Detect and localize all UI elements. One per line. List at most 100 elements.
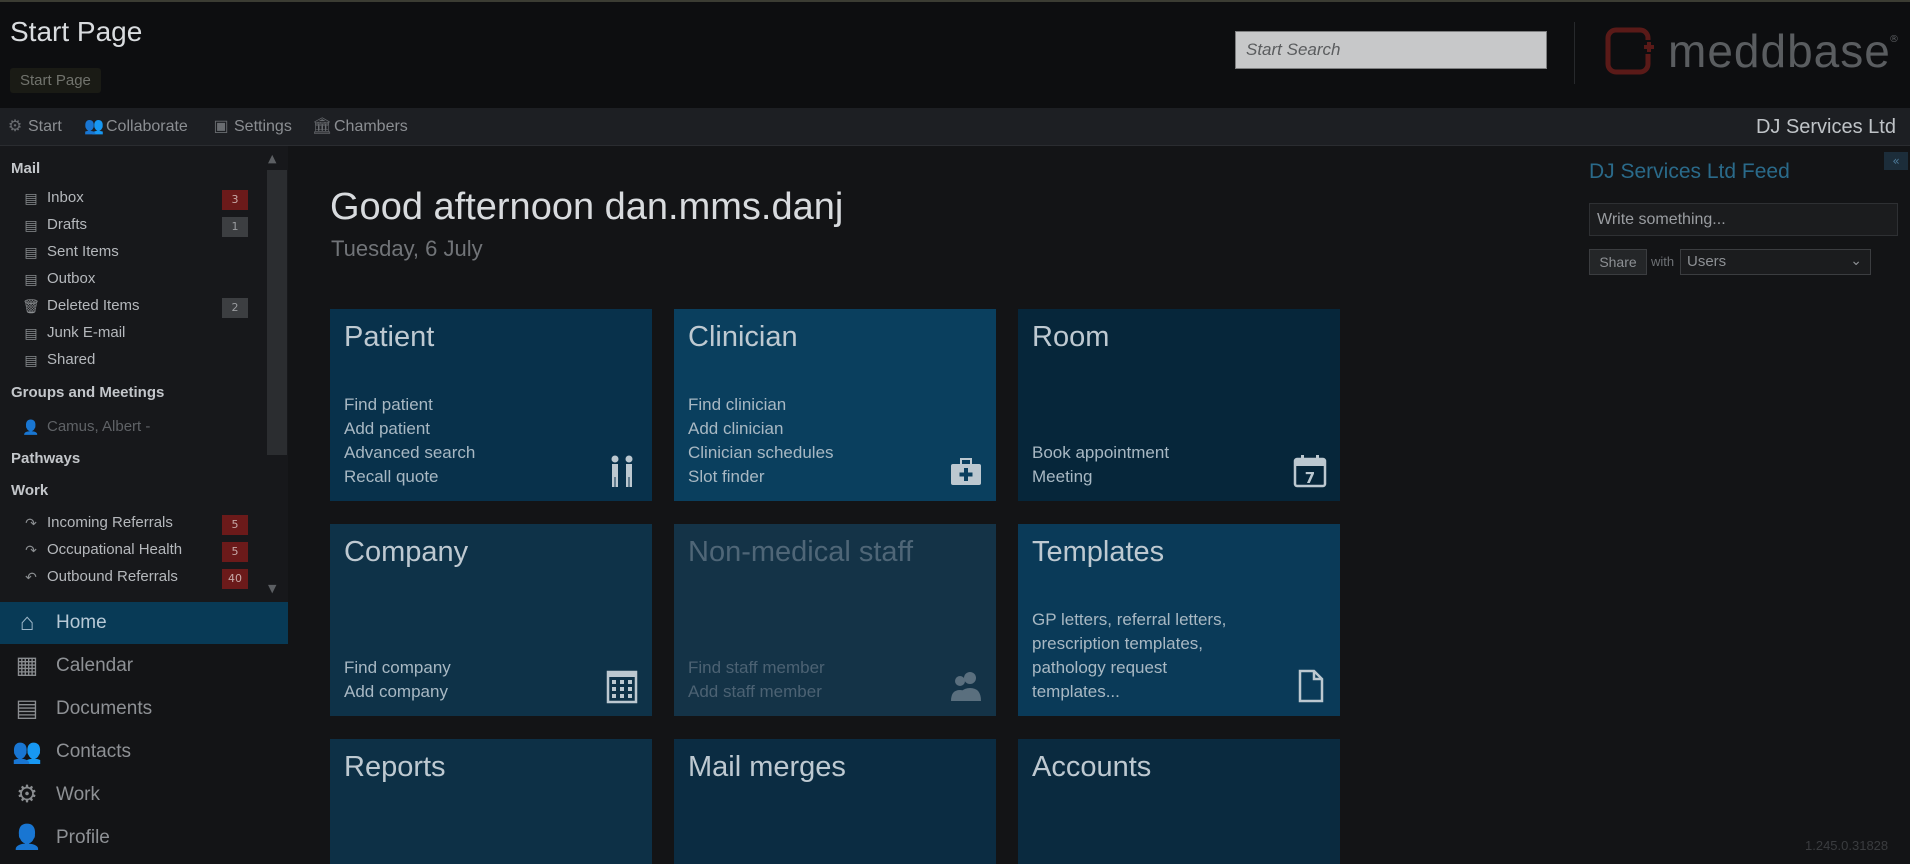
tile-links: Find company Add company — [344, 656, 451, 704]
sidebar: ▲ ▼ Mail ▤ Inbox 3 ▤ Drafts 1 ▤ Sent Ite… — [0, 146, 288, 602]
bottomnav-home[interactable]: ⌂ Home — [0, 602, 288, 644]
sidebar-scrollbar-thumb[interactable] — [267, 170, 287, 455]
tile-reports[interactable]: Reports — [330, 739, 652, 864]
tile-non-medical-staff[interactable]: Non-medical staff Find staff member Add … — [674, 524, 996, 716]
link-add-staff-member[interactable]: Add staff member — [688, 680, 825, 704]
meddbase-logo-icon — [1605, 27, 1654, 75]
tile-patient[interactable]: Patient Find patient Add patient Advance… — [330, 309, 652, 501]
drafts-icon: ▤ — [24, 216, 38, 233]
building-icon: 🏛 — [312, 118, 333, 135]
profile-icon: 👤 — [12, 824, 42, 851]
chevron-down-icon: ⌄ — [1850, 252, 1862, 268]
link-advanced-search[interactable]: Advanced search — [344, 441, 475, 465]
nav-chambers-label: Chambers — [334, 118, 408, 135]
arrow-forward-icon: ↷ — [25, 541, 37, 558]
tile-title: Clinician — [688, 321, 798, 353]
tile-accounts[interactable]: Accounts — [1018, 739, 1340, 864]
app-header: Start Page Start Page Start Search meddb… — [0, 0, 1910, 108]
nav-start[interactable]: ⚙ Start — [6, 118, 62, 136]
occupational-health-badge: 5 — [222, 542, 248, 562]
sidebar-item-label: Junk E-mail — [47, 324, 126, 341]
bottomnav-contacts[interactable]: 👥 Contacts — [0, 731, 288, 773]
greeting-heading: Good afternoon dan.mms.danj — [330, 186, 844, 228]
drafts-count-badge: 1 — [222, 217, 248, 237]
link-slot-finder[interactable]: Slot finder — [688, 465, 834, 489]
tile-clinician[interactable]: Clinician Find clinician Add clinician C… — [674, 309, 996, 501]
version-label: 1.245.0.31828 — [1805, 838, 1889, 853]
gear-icon: ⚙ — [16, 781, 38, 808]
link-recall-quote[interactable]: Recall quote — [344, 465, 475, 489]
breadcrumb-start-page[interactable]: Start Page — [10, 68, 101, 93]
work-header: Work — [11, 482, 49, 499]
collapse-panel-button[interactable]: « — [1884, 152, 1908, 170]
sidebar-item-incoming-referrals[interactable]: ↷ Incoming Referrals — [22, 514, 173, 531]
inbox-count-badge: 3 — [222, 190, 248, 210]
sent-icon: ▤ — [24, 243, 38, 260]
scroll-down-icon[interactable]: ▼ — [268, 582, 276, 595]
link-clinician-schedules[interactable]: Clinician schedules — [688, 441, 834, 465]
tile-links: Find staff member Add staff member — [688, 656, 825, 704]
link-find-company[interactable]: Find company — [344, 656, 451, 680]
tile-links: Find clinician Add clinician Clinician s… — [688, 393, 834, 489]
tile-title: Reports — [344, 751, 446, 783]
sidebar-item-inbox[interactable]: ▤ Inbox — [22, 189, 83, 206]
scroll-up-icon[interactable]: ▲ — [268, 152, 276, 165]
tile-title: Mail merges — [688, 751, 846, 783]
share-button[interactable]: Share — [1589, 249, 1647, 275]
sidebar-item-camus-albert[interactable]: 👤 Camus, Albert - — [22, 418, 150, 435]
outbox-icon: ▤ — [24, 270, 38, 287]
sidebar-item-label: Shared — [47, 351, 96, 368]
nav-chambers[interactable]: 🏛 Chambers — [312, 118, 408, 136]
tile-title: Accounts — [1032, 751, 1152, 783]
page-title: Start Page — [10, 16, 143, 47]
start-search-input[interactable]: Start Search — [1235, 31, 1547, 69]
sidebar-item-outbound-referrals[interactable]: ↶ Outbound Referrals — [22, 568, 178, 585]
feed-title: DJ Services Ltd Feed — [1589, 160, 1790, 183]
nav-start-label: Start — [28, 118, 62, 135]
tile-company[interactable]: Company Find company Add company — [330, 524, 652, 716]
top-navbar: ⚙ Start 👥 Collaborate ▣ Settings 🏛 Chamb… — [0, 108, 1910, 146]
sidebar-item-drafts[interactable]: ▤ Drafts — [22, 216, 87, 233]
link-add-clinician[interactable]: Add clinician — [688, 417, 834, 441]
bottomnav-profile[interactable]: 👤 Profile — [0, 817, 288, 859]
tile-room[interactable]: Room Book appointment Meeting 7 — [1018, 309, 1340, 501]
sidebar-item-occupational-health[interactable]: ↷ Occupational Health — [22, 541, 182, 558]
sidebar-item-shared[interactable]: ▤ Shared — [22, 351, 95, 368]
link-meeting[interactable]: Meeting — [1032, 465, 1169, 489]
patients-icon — [604, 453, 640, 489]
nav-collaborate[interactable]: 👥 Collaborate — [84, 118, 188, 136]
feed-post-input[interactable]: Write something... — [1589, 203, 1898, 236]
bottomnav-label: Work — [56, 784, 100, 805]
nav-settings[interactable]: ▣ Settings — [212, 118, 291, 136]
templates-desc-line[interactable]: templates... — [1032, 680, 1226, 704]
tile-mail-merges[interactable]: Mail merges — [674, 739, 996, 864]
sidebar-item-outbox[interactable]: ▤ Outbox — [22, 270, 95, 287]
bottomnav-documents[interactable]: ▤ Documents — [0, 688, 288, 730]
link-book-appointment[interactable]: Book appointment — [1032, 441, 1169, 465]
audience-select[interactable]: Users ⌄ — [1680, 249, 1871, 275]
bottomnav-work[interactable]: ⚙ Work — [0, 774, 288, 816]
mail-header: Mail — [11, 160, 41, 177]
link-find-patient[interactable]: Find patient — [344, 393, 475, 417]
link-find-clinician[interactable]: Find clinician — [688, 393, 834, 417]
bottomnav-calendar[interactable]: ▦ Calendar — [0, 645, 288, 687]
documents-icon: ▤ — [15, 695, 39, 722]
medical-bag-icon — [948, 453, 984, 489]
templates-desc-line[interactable]: prescription templates, — [1032, 632, 1226, 656]
inbox-icon: ▤ — [24, 189, 38, 206]
sidebar-item-sent-items[interactable]: ▤ Sent Items — [22, 243, 118, 260]
incoming-referrals-badge: 5 — [222, 515, 248, 535]
sidebar-item-deleted-items[interactable]: 🗑 Deleted Items — [22, 297, 139, 314]
templates-desc-line[interactable]: pathology request — [1032, 656, 1226, 680]
tile-templates[interactable]: Templates GP letters, referral letters, … — [1018, 524, 1340, 716]
link-add-company[interactable]: Add company — [344, 680, 451, 704]
link-find-staff-member[interactable]: Find staff member — [688, 656, 825, 680]
bottom-navigation: ⌂ Home ▦ Calendar ▤ Documents 👥 Contacts… — [0, 602, 288, 864]
calendar-icon: 7 — [1292, 453, 1328, 489]
shared-icon: ▤ — [24, 351, 38, 368]
sidebar-item-junk-email[interactable]: ▤ Junk E-mail — [22, 324, 125, 341]
link-add-patient[interactable]: Add patient — [344, 417, 475, 441]
tile-links: Find patient Add patient Advanced search… — [344, 393, 475, 489]
templates-desc-line[interactable]: GP letters, referral letters, — [1032, 608, 1226, 632]
meddbase-logo: meddbase ® — [1604, 25, 1899, 77]
